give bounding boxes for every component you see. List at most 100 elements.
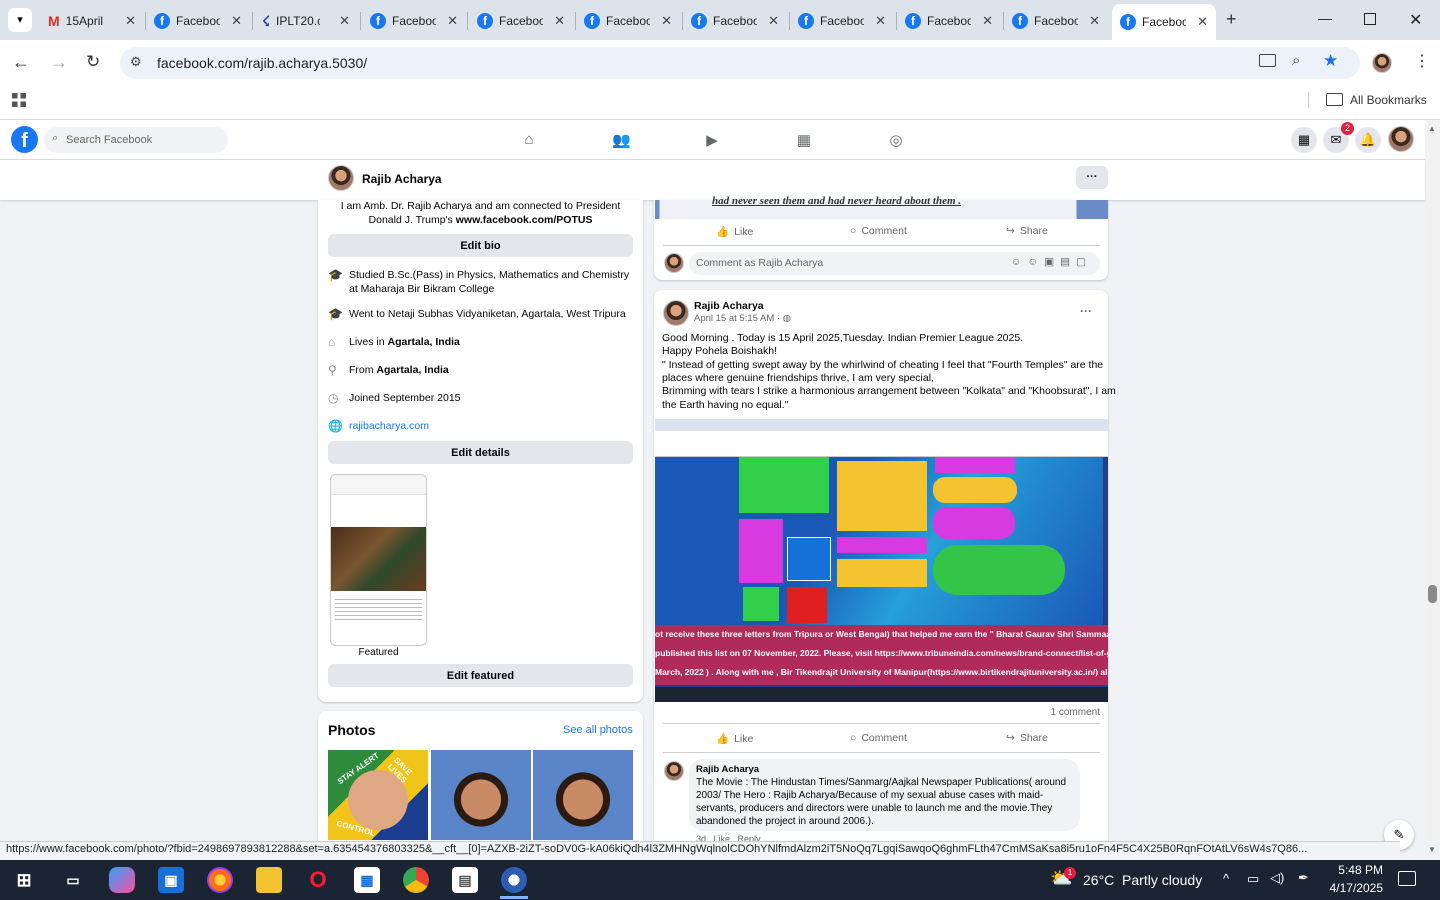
apps-grid-icon[interactable] — [12, 93, 26, 107]
store-icon[interactable]: ▦ — [354, 867, 380, 893]
tab-facebook[interactable]: f Facebook ✕ — [469, 6, 573, 36]
chrome-menu-icon[interactable]: ⋮ — [1414, 51, 1430, 71]
marketplace-icon[interactable]: ▦ — [795, 131, 813, 149]
task-view-icon[interactable]: ▭ — [60, 867, 86, 893]
network-icon[interactable]: ▭ — [1247, 871, 1259, 887]
url-text[interactable]: facebook.com/rajib.acharya.5030/ — [157, 55, 367, 71]
volume-icon[interactable]: ◁) — [1270, 870, 1284, 886]
firefox-icon[interactable] — [207, 867, 233, 893]
photos-title[interactable]: Photos — [328, 722, 375, 738]
tab-iplt20[interactable]: ☇ IPLT20.com ✕ — [254, 6, 358, 36]
commenter-avatar[interactable] — [664, 253, 684, 273]
edit-featured-button[interactable]: Edit featured — [328, 664, 633, 687]
clock-date[interactable]: 4/17/2025 — [1328, 881, 1383, 895]
reload-button[interactable]: ↻ — [86, 52, 100, 72]
share-button[interactable]: ↪ Share — [1006, 732, 1048, 744]
friends-icon[interactable]: 👥 — [612, 131, 631, 149]
tab-facebook[interactable]: f Facebook ✕ — [897, 6, 1001, 36]
copilot-icon[interactable] — [109, 867, 135, 893]
comment-button[interactable]: ○ Comment — [850, 732, 907, 744]
close-icon[interactable]: ✕ — [1089, 13, 1100, 29]
like-button[interactable]: 👍 Like — [716, 732, 753, 746]
tab-gmail[interactable]: M 15April ✕ — [40, 6, 144, 36]
new-tab-button[interactable]: + — [1226, 9, 1237, 30]
author-avatar[interactable] — [663, 300, 689, 326]
forward-button[interactable]: → — [50, 52, 68, 73]
windows-start-icon[interactable]: ⊞ — [11, 867, 37, 893]
notifications-button[interactable]: 🔔 — [1355, 127, 1381, 153]
close-icon[interactable]: ✕ — [125, 13, 136, 29]
close-icon[interactable]: ✕ — [554, 13, 565, 29]
clock-time[interactable]: 5:48 PM — [1333, 863, 1383, 877]
edit-details-button[interactable]: Edit details — [328, 441, 633, 464]
home-icon[interactable]: ⌂ — [520, 131, 538, 149]
close-icon[interactable]: ✕ — [447, 13, 458, 29]
notification-center-icon[interactable] — [1398, 871, 1416, 886]
close-icon[interactable]: ✕ — [339, 13, 350, 29]
menu-grid-button[interactable]: ▦ — [1291, 127, 1317, 153]
tab-facebook[interactable]: f Facebook ✕ — [790, 6, 894, 36]
chrome-icon[interactable] — [403, 867, 429, 893]
tab-facebook[interactable]: f Facebook ✕ — [1004, 6, 1108, 36]
comment-author[interactable]: Rajib Acharya — [696, 763, 1073, 776]
comment-input[interactable]: Comment as Rajib Acharya ☺☺▣▤▢ — [689, 252, 1100, 275]
tab-facebook[interactable]: f Facebook ✕ — [683, 6, 787, 36]
facebook-logo[interactable]: f — [11, 126, 38, 153]
weather-text[interactable]: 26°C Partly cloudy — [1083, 872, 1202, 888]
comment-button[interactable]: ○ Comment — [850, 225, 907, 237]
photo-thumbnail-1[interactable]: STAY ALERT SAVE LIVES CONTROL — [328, 750, 428, 840]
post-author[interactable]: Rajib Acharya — [694, 300, 764, 312]
close-icon[interactable]: ✕ — [1197, 14, 1208, 30]
video-icon[interactable]: ▶ — [703, 131, 721, 149]
close-icon[interactable]: ✕ — [661, 13, 672, 29]
share-button[interactable]: ↪ Share — [1006, 225, 1048, 237]
photo-thumbnail-3[interactable] — [533, 750, 633, 840]
tab-facebook[interactable]: f Facebook ✕ — [576, 6, 680, 36]
comment-tool-icons[interactable]: ☺☺▣▤▢ — [1011, 256, 1092, 268]
post-options-button[interactable]: ··· — [1080, 304, 1092, 318]
close-icon[interactable]: ✕ — [982, 13, 993, 29]
zoom-icon[interactable]: ⌕ — [1292, 52, 1300, 69]
opera-icon[interactable]: O — [305, 867, 331, 893]
minimize-button[interactable]: — — [1318, 10, 1332, 26]
search-input[interactable]: Search Facebook — [44, 127, 228, 153]
tab-search-button[interactable]: ▾ — [8, 8, 32, 32]
teams-icon[interactable]: ▣ — [158, 867, 184, 893]
more-options-button[interactable]: ··· — [1076, 166, 1108, 189]
scroll-down-arrow[interactable]: ▼ — [1428, 845, 1436, 854]
post-time[interactable]: April 15 at 5:15 AM · ◍ — [694, 313, 791, 324]
scrollbar-thumb[interactable] — [1428, 585, 1437, 603]
post-image-partial[interactable]: had never seen them and had never heard … — [655, 195, 1108, 219]
maximize-button[interactable] — [1364, 13, 1376, 25]
all-bookmarks-link[interactable]: All Bookmarks — [1350, 93, 1427, 107]
close-window-button[interactable]: ✕ — [1409, 10, 1422, 30]
post-image[interactable]: ot receive these three letters from Trip… — [655, 419, 1108, 702]
show-hidden-icons[interactable]: ^ — [1223, 871, 1229, 886]
tab-facebook-active[interactable]: f Facebook ✕ — [1112, 4, 1216, 40]
pen-icon[interactable]: ✒ — [1298, 870, 1309, 886]
bookmark-star-icon[interactable]: ★ — [1323, 51, 1338, 71]
notepad-icon[interactable]: ▤ — [452, 867, 478, 893]
close-icon[interactable]: ✕ — [875, 13, 886, 29]
back-button[interactable]: ← — [12, 52, 30, 73]
photo-thumbnail-2[interactable] — [431, 750, 531, 840]
scroll-up-arrow[interactable]: ▲ — [1428, 124, 1436, 133]
profile-avatar[interactable] — [328, 165, 354, 191]
page-scrollbar[interactable] — [1426, 120, 1440, 840]
tab-facebook[interactable]: f Facebook ✕ — [146, 6, 250, 36]
comment-count[interactable]: 1 comment — [1000, 707, 1100, 718]
profile-name[interactable]: Rajib Acharya — [362, 172, 442, 186]
like-button[interactable]: 👍 Like — [716, 225, 753, 239]
site-info-icon[interactable]: ⚙ — [130, 54, 142, 70]
close-icon[interactable]: ✕ — [768, 13, 779, 29]
file-explorer-icon[interactable] — [256, 867, 282, 893]
close-icon[interactable]: ✕ — [231, 13, 242, 29]
see-all-photos-link[interactable]: See all photos — [563, 724, 633, 736]
featured-thumbnail[interactable] — [330, 474, 427, 646]
install-app-icon[interactable] — [1259, 54, 1276, 67]
edit-bio-button[interactable]: Edit bio — [328, 234, 633, 257]
chrome-active-icon[interactable] — [501, 867, 527, 893]
groups-icon[interactable]: ◎ — [887, 131, 905, 149]
chrome-profile-avatar[interactable] — [1372, 53, 1392, 73]
account-avatar[interactable] — [1388, 126, 1414, 152]
